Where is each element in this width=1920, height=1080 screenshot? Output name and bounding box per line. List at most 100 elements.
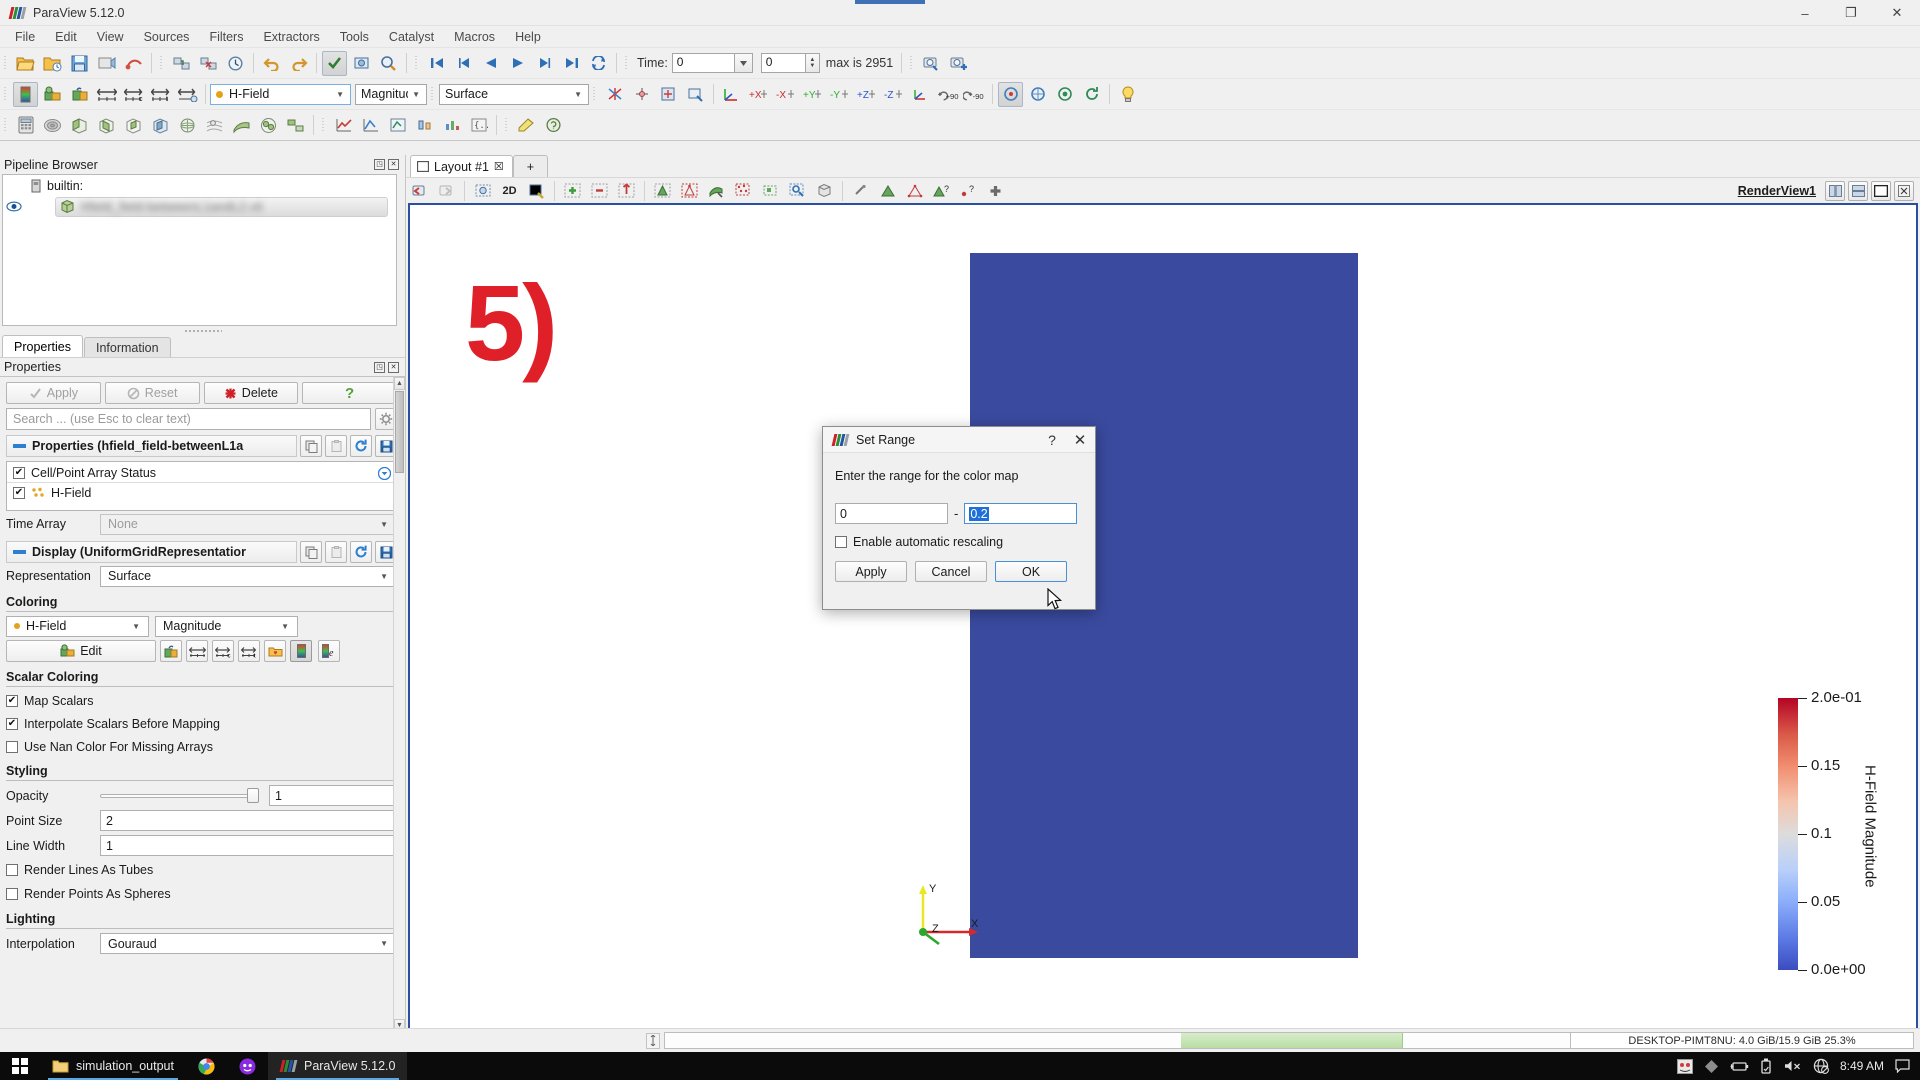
dialog-close-icon[interactable]: ✕: [1065, 431, 1095, 449]
chevron-down-icon[interactable]: [734, 53, 753, 73]
opacity-slider[interactable]: [100, 785, 259, 806]
start-button[interactable]: [0, 1052, 40, 1080]
hover-points-icon[interactable]: [848, 178, 873, 203]
loop-icon[interactable]: [586, 51, 611, 76]
visibility-eye-icon[interactable]: [3, 201, 25, 212]
tray-diamond-icon[interactable]: [1704, 1059, 1719, 1074]
array-row-hfield[interactable]: ✔ H-Field: [7, 483, 396, 502]
pick-center-icon[interactable]: [656, 82, 681, 107]
reset-center-icon[interactable]: [629, 82, 654, 107]
zoom-closest-icon[interactable]: [683, 82, 708, 107]
render-points-as-spheres-row[interactable]: Render Points As Spheres: [0, 882, 405, 906]
copy-properties-icon[interactable]: [300, 435, 322, 457]
toolbar-grip[interactable]: [158, 52, 166, 74]
rotate-isometric-icon[interactable]: [908, 82, 933, 107]
auto-rescale-checkbox[interactable]: [835, 536, 847, 548]
time-array-combo[interactable]: None ▼: [100, 513, 397, 535]
tray-volume-muted-icon[interactable]: [1783, 1059, 1802, 1073]
coloring-component-combo[interactable]: Magnitude ▼: [155, 615, 298, 637]
auto-rescale-row[interactable]: Enable automatic rescaling: [835, 535, 1083, 549]
toggle-color-legend-button[interactable]: [290, 640, 312, 662]
paste-properties-icon[interactable]: [325, 435, 347, 457]
float-panel-icon[interactable]: ◳: [374, 159, 385, 170]
undo-icon[interactable]: [259, 51, 284, 76]
stream-tracer-icon[interactable]: [202, 113, 227, 138]
menu-filters[interactable]: Filters: [199, 28, 253, 46]
plot-selection-icon[interactable]: [385, 113, 410, 138]
scrollbar-thumb[interactable]: [395, 391, 404, 473]
chevron-down-icon[interactable]: ▼: [128, 622, 144, 631]
notification-center-icon[interactable]: [1895, 1059, 1910, 1073]
slice-filter-icon[interactable]: [94, 113, 119, 138]
camera-link-icon[interactable]: [349, 51, 374, 76]
last-frame-icon[interactable]: [559, 51, 584, 76]
pipeline-item-builtin[interactable]: builtin:: [3, 175, 396, 196]
clip-filter-icon[interactable]: [67, 113, 92, 138]
toolbar-grip[interactable]: [320, 114, 328, 136]
restore-defaults-icon[interactable]: [350, 435, 372, 457]
apply-button[interactable]: Apply: [6, 382, 101, 404]
toolbar-grip[interactable]: [2, 83, 10, 105]
slider-knob[interactable]: [247, 788, 259, 803]
help-button[interactable]: ?: [302, 382, 397, 404]
save-data-icon[interactable]: [67, 51, 92, 76]
menu-help[interactable]: Help: [505, 28, 551, 46]
choose-preset-button[interactable]: [160, 640, 182, 662]
menu-extractors[interactable]: Extractors: [253, 28, 329, 46]
save-animation-icon[interactable]: [121, 51, 146, 76]
menu-sources[interactable]: Sources: [134, 28, 200, 46]
color-legend[interactable]: 2.0e-01 0.15 0.1 0.05 0.0e+00 H-Field Ma…: [1760, 689, 1880, 980]
zoom-region-icon[interactable]: [524, 178, 549, 203]
split-horizontal-icon[interactable]: [1825, 180, 1845, 201]
extract-level-icon[interactable]: [283, 113, 308, 138]
zoom-to-data-icon[interactable]: [919, 51, 944, 76]
view-minus-z-icon[interactable]: -Z: [881, 82, 906, 107]
edit-color-legend-button[interactable]: e: [318, 640, 340, 662]
pipeline-selected-row[interactable]: hfield_field-betweenL1andL2.vti: [55, 196, 388, 217]
select-points-surface-icon[interactable]: [677, 178, 702, 203]
spin-down-icon[interactable]: ▼: [809, 63, 815, 69]
interpolate-scalars-checkbox[interactable]: ✔: [6, 717, 18, 730]
auto-apply-icon[interactable]: [322, 50, 347, 76]
interactive-select-points-icon[interactable]: [785, 178, 810, 203]
subtract-selection-icon[interactable]: [587, 178, 612, 203]
opacity-input[interactable]: 1: [269, 785, 397, 806]
camera-view-icon[interactable]: [470, 178, 495, 203]
spinner-icon[interactable]: ▲ ▼: [805, 53, 820, 73]
copy-display-icon[interactable]: [300, 541, 322, 563]
previous-frame-icon[interactable]: [451, 51, 476, 76]
representation-combo[interactable]: Surface ▼: [439, 83, 589, 105]
python-shell-icon[interactable]: [541, 113, 566, 138]
menu-file[interactable]: File: [5, 28, 45, 46]
connect-icon[interactable]: [169, 51, 194, 76]
toggle-selection-icon[interactable]: [614, 178, 639, 203]
reset-session-icon[interactable]: [223, 51, 248, 76]
color-component-combo[interactable]: Magnitude ▼: [355, 83, 427, 105]
plot-data-icon[interactable]: [331, 113, 356, 138]
tab-information[interactable]: Information: [83, 337, 171, 357]
show-center-axes-icon[interactable]: [602, 82, 627, 107]
taskbar-clock[interactable]: 8:49 AM: [1840, 1059, 1884, 1073]
select-block-icon[interactable]: [758, 178, 783, 203]
pipeline-browser[interactable]: builtin: hfield_field-betweenL1andL2.vti: [2, 174, 397, 326]
paste-display-icon[interactable]: [325, 541, 347, 563]
quartile-chart-icon[interactable]: [412, 113, 437, 138]
menu-edit[interactable]: Edit: [45, 28, 87, 46]
close-layout-icon[interactable]: ☒: [494, 160, 504, 173]
render-lines-as-tubes-row[interactable]: Render Lines As Tubes: [0, 858, 405, 882]
pipeline-item-dataset[interactable]: hfield_field-betweenL1andL2.vti: [3, 196, 396, 217]
chevron-down-icon[interactable]: ▼: [376, 520, 392, 529]
rescale-over-time-icon[interactable]: t: [148, 82, 173, 107]
save-to-favorites-button[interactable]: [264, 640, 286, 662]
menu-view[interactable]: View: [87, 28, 134, 46]
close-panel-icon[interactable]: ✕: [388, 159, 399, 170]
redo-camera-icon[interactable]: [434, 178, 459, 203]
rescale-to-data-button[interactable]: [186, 640, 208, 662]
color-array-combo[interactable]: H-Field ▼: [210, 83, 351, 105]
map-scalars-checkbox[interactable]: ✔: [6, 694, 18, 707]
open-file-icon[interactable]: [13, 51, 38, 76]
tray-app-icon[interactable]: [1676, 1058, 1693, 1074]
toolbar-grip[interactable]: [2, 114, 10, 136]
select-cells-through-icon[interactable]: [704, 178, 729, 203]
play-icon[interactable]: [505, 51, 530, 76]
